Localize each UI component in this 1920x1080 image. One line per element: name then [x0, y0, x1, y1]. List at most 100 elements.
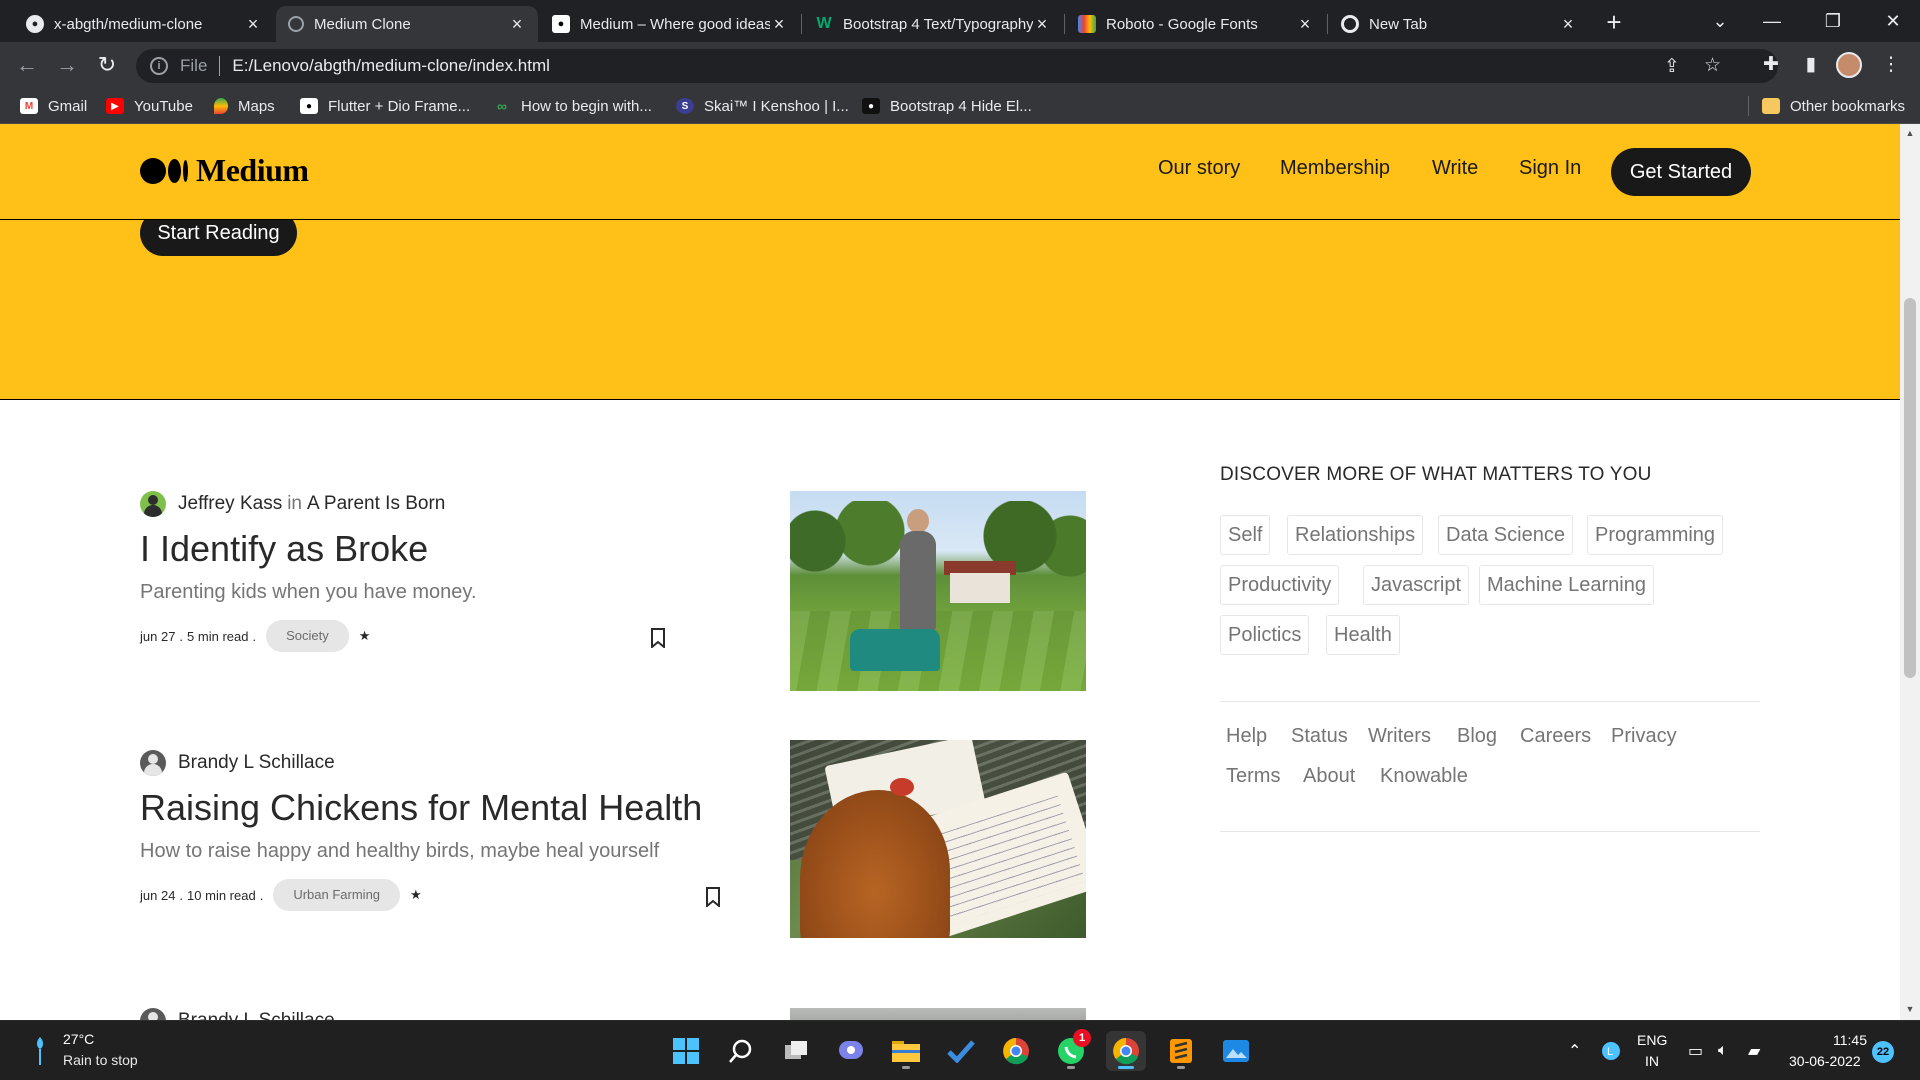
volume-icon[interactable]: 🔈︎	[1718, 1021, 1728, 1080]
footer-link-knowable[interactable]: Knowable	[1380, 765, 1468, 788]
bookmark-how-to-begin[interactable]: ∞ How to begin with...	[493, 88, 652, 124]
clock-date[interactable]: 30-06-2022	[1789, 1053, 1861, 1069]
tab-bootstrap[interactable]: W Bootstrap 4 Text/Typography ×	[803, 6, 1063, 42]
close-icon[interactable]: ×	[508, 14, 526, 35]
chrome-icon[interactable]	[996, 1031, 1036, 1071]
chrome-active-icon[interactable]	[1106, 1031, 1146, 1071]
address-bar[interactable]: i File E:/Lenovo/abgth/medium-clone/inde…	[136, 49, 1778, 83]
topic-chip[interactable]: Machine Learning	[1479, 565, 1654, 605]
footer-link-status[interactable]: Status	[1291, 725, 1348, 748]
publication-name[interactable]: A Parent Is Born	[307, 493, 445, 515]
get-started-button[interactable]: Get Started	[1611, 148, 1751, 196]
avatar[interactable]	[140, 1008, 166, 1020]
tab-github[interactable]: ● x-abgth/medium-clone ×	[14, 6, 274, 42]
footer-link-about[interactable]: About	[1303, 765, 1355, 788]
tab-new-tab[interactable]: New Tab ×	[1329, 6, 1589, 42]
nav-sign-in[interactable]: Sign In	[1519, 157, 1581, 180]
nav-write[interactable]: Write	[1432, 157, 1478, 180]
sublime-text-icon[interactable]	[1161, 1031, 1201, 1071]
footer-link-blog[interactable]: Blog	[1457, 725, 1497, 748]
weather-desc[interactable]: Rain to stop	[63, 1052, 138, 1068]
teams-chat-icon[interactable]	[831, 1031, 871, 1071]
footer-link-terms[interactable]: Terms	[1226, 765, 1280, 788]
windows-start-icon[interactable]	[666, 1031, 706, 1071]
tab-google-fonts[interactable]: Roboto - Google Fonts ×	[1066, 6, 1326, 42]
footer-link-careers[interactable]: Careers	[1520, 725, 1591, 748]
new-tab-icon[interactable]: +	[1598, 6, 1630, 38]
topic-chip[interactable]: Relationships	[1287, 515, 1424, 555]
article-thumbnail[interactable]	[790, 740, 1086, 938]
topic-chip[interactable]: Javascript	[1363, 565, 1470, 605]
info-icon[interactable]: i	[150, 57, 168, 75]
minimize-icon[interactable]: —	[1752, 6, 1792, 36]
language-bottom[interactable]: IN	[1645, 1053, 1659, 1069]
other-bookmarks[interactable]: Other bookmarks	[1762, 88, 1905, 124]
avatar[interactable]	[140, 750, 166, 776]
article-thumbnail[interactable]	[790, 1008, 1086, 1020]
back-icon[interactable]: ←	[12, 50, 42, 80]
article-card[interactable]: Jeffrey Kass in A Parent Is Born I Ident…	[140, 491, 1086, 691]
sidepanel-icon[interactable]: ▮	[1796, 50, 1826, 80]
extensions-icon[interactable]: ✚	[1756, 50, 1786, 80]
menu-icon[interactable]: ⋮	[1876, 50, 1906, 80]
author-name[interactable]: Jeffrey Kass	[178, 493, 282, 515]
article-card[interactable]: Brandy L Schillace Raising Chickens for …	[140, 740, 1086, 938]
bookmark-youtube[interactable]: ▶ YouTube	[106, 88, 193, 124]
article-thumbnail[interactable]	[790, 491, 1086, 691]
language-top[interactable]: ENG	[1637, 1032, 1667, 1048]
nav-our-story[interactable]: Our story	[1158, 157, 1240, 180]
page-scrollbar[interactable]: ▲ ▼	[1900, 124, 1920, 1020]
footer-link-help[interactable]: Help	[1226, 725, 1267, 748]
tab-medium-clone[interactable]: Medium Clone ×	[276, 6, 538, 42]
scroll-up-icon[interactable]: ▲	[1900, 128, 1920, 138]
bookmark-icon[interactable]	[650, 628, 666, 648]
tray-overflow-icon[interactable]: ⌃	[1568, 1021, 1581, 1080]
close-icon[interactable]: ×	[1559, 14, 1577, 35]
author-name[interactable]: Brandy L Schillace	[178, 752, 335, 774]
tab-search-icon[interactable]: ⌄	[1700, 6, 1740, 36]
footer-link-privacy[interactable]: Privacy	[1611, 725, 1677, 748]
bookmark-maps[interactable]: Maps	[214, 88, 275, 124]
close-icon[interactable]: ×	[244, 14, 262, 35]
tray-app-icon[interactable]: L	[1601, 1021, 1621, 1080]
topic-chip[interactable]: Data Science	[1438, 515, 1573, 555]
share-icon[interactable]: ⇪	[1664, 55, 1680, 78]
topic-chip[interactable]: Self	[1220, 515, 1271, 555]
weather-temp[interactable]: 27°C	[63, 1031, 94, 1047]
star-icon[interactable]: ☆	[1704, 54, 1721, 77]
footer-link-writers[interactable]: Writers	[1368, 725, 1431, 748]
bookmark-gmail[interactable]: M Gmail	[20, 88, 87, 124]
scroll-down-icon[interactable]: ▼	[1900, 1004, 1920, 1014]
bookmark-bootstrap-hide[interactable]: ● Bootstrap 4 Hide El...	[862, 88, 1032, 124]
topic-chip[interactable]: Health	[1326, 615, 1400, 655]
bookmark-skai[interactable]: S Skai™ I Kenshoo | I...	[676, 88, 849, 124]
task-view-icon[interactable]	[776, 1031, 816, 1071]
bookmark-flutter-dio[interactable]: ● Flutter + Dio Frame...	[300, 88, 470, 124]
search-icon[interactable]	[721, 1031, 761, 1071]
photos-icon[interactable]	[1216, 1031, 1256, 1071]
article-card[interactable]: Brandy L Schillace	[140, 1008, 335, 1020]
forward-icon[interactable]: →	[52, 50, 82, 80]
close-icon[interactable]: ×	[770, 14, 788, 35]
restore-icon[interactable]: ❐	[1813, 6, 1853, 36]
display-icon[interactable]: ▭	[1688, 1021, 1703, 1080]
close-icon[interactable]: ×	[1033, 14, 1051, 35]
topic-tag[interactable]: Urban Farming	[273, 879, 401, 911]
address-url[interactable]: E:/Lenovo/abgth/medium-clone/index.html	[232, 56, 550, 76]
profile-avatar[interactable]	[1836, 52, 1862, 78]
reload-icon[interactable]: ↻	[92, 50, 122, 80]
author-name[interactable]: Brandy L Schillace	[178, 1010, 335, 1020]
medium-logo[interactable]: Medium	[140, 152, 309, 189]
topic-chip[interactable]: Programming	[1587, 515, 1724, 555]
whatsapp-icon[interactable]: 1	[1051, 1029, 1091, 1071]
topic-tag[interactable]: Society	[266, 620, 349, 652]
clock-time[interactable]: 11:45	[1833, 1032, 1867, 1048]
notification-badge[interactable]: 22	[1872, 1041, 1894, 1063]
file-explorer-icon[interactable]	[886, 1031, 926, 1071]
topic-chip[interactable]: Polictics	[1220, 615, 1310, 655]
umbrella-icon[interactable]	[34, 1035, 46, 1067]
scrollbar-thumb[interactable]	[1904, 298, 1916, 678]
close-icon[interactable]: ×	[1296, 14, 1314, 35]
todo-icon[interactable]	[941, 1031, 981, 1071]
tab-medium[interactable]: ● Medium – Where good ideas find you ×	[540, 6, 800, 42]
